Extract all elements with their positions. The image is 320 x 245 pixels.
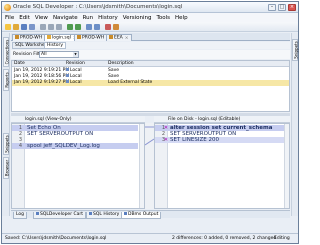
document-tabs: PROD-WH× login.sql× PROD-WH× EEA× — [11, 33, 290, 41]
left-compare-title: login.sql (View-Only) — [25, 117, 72, 122]
right-dock: Snippets — [291, 33, 299, 216]
menu-run[interactable]: Run — [83, 15, 94, 21]
chevron-down-icon: ▼ — [73, 52, 78, 57]
cart-icon — [36, 212, 39, 215]
menu-navigate[interactable]: Navigate — [53, 15, 78, 21]
status-differences: 2 differences: 0 added, 0 removed, 2 cha… — [172, 236, 277, 241]
close-button[interactable]: × — [288, 4, 296, 11]
left-compare-header: login.sql (View-Only) — [11, 116, 145, 123]
menu-history[interactable]: History — [98, 15, 118, 21]
undo-icon[interactable] — [67, 24, 73, 30]
history-table: Date Revision Description Jan 19, 2012 9… — [11, 60, 290, 112]
copy-icon[interactable] — [48, 24, 54, 30]
title-bar: Oracle SQL Developer : C:\Users\jdsmith\… — [2, 2, 298, 13]
database-icon — [15, 35, 19, 39]
doc-tab-eea[interactable]: EEA × — [106, 34, 132, 41]
menu-help[interactable]: Help — [175, 15, 188, 21]
right-snippets-tab[interactable]: Snippets — [292, 39, 299, 61]
sql-developer-icon — [4, 4, 11, 11]
database-icon — [77, 35, 81, 39]
toolbar — [2, 22, 298, 32]
menu-versioning[interactable]: Versioning — [123, 15, 152, 21]
right-compare-header: File on Disk - login.sql (Editable) — [154, 116, 290, 123]
column-date[interactable]: Date — [14, 61, 25, 67]
connections-tab[interactable]: Connections — [3, 37, 10, 67]
local-revision-icon — [66, 74, 69, 77]
column-revision[interactable]: Revision — [66, 61, 85, 67]
status-saved-path: Saved: C:\Users\jdsmith\Documents\login.… — [5, 236, 107, 241]
new-file-icon[interactable] — [5, 24, 11, 30]
diff-link-lines — [144, 126, 155, 146]
tab-history[interactable]: History — [44, 42, 67, 49]
maximize-button[interactable]: □ — [278, 4, 286, 11]
database-icon — [109, 35, 113, 39]
menu-bar: File Edit View Navigate Run History Vers… — [2, 13, 298, 22]
application-window: Oracle SQL Developer : C:\Users\jdsmith\… — [1, 1, 299, 244]
close-tab-icon[interactable]: × — [125, 36, 129, 41]
paste-icon[interactable] — [56, 24, 62, 30]
local-revision-icon — [66, 80, 69, 83]
snippets-tab[interactable]: Snippets — [3, 133, 10, 155]
left-dock: Connections Reports Snippets Browser — [2, 33, 10, 216]
save-icon[interactable] — [21, 24, 27, 30]
forward-icon[interactable] — [94, 24, 100, 30]
window-title: Oracle SQL Developer : C:\Users\jdsmith\… — [13, 4, 183, 10]
menu-view[interactable]: View — [35, 15, 48, 21]
diff-remove-icon[interactable]: ✕ — [163, 137, 169, 143]
menu-edit[interactable]: Edit — [19, 15, 30, 21]
tab-sql-history[interactable]: SQL History — [86, 212, 123, 219]
worksheet-subtabs: SQL Worksheet History — [11, 42, 290, 49]
right-compare-title: File on Disk - login.sql (Editable) — [168, 117, 241, 122]
status-mode: Editing — [274, 236, 290, 241]
tab-dbms-output[interactable]: DBms Output — [121, 212, 162, 219]
browser-tab[interactable]: Browser — [3, 157, 10, 179]
tab-sqldeveloper-cart[interactable]: SQLDeveloper Cart — [33, 212, 86, 219]
redo-icon[interactable] — [75, 24, 81, 30]
sql-file-icon — [47, 35, 51, 39]
vertical-scrollbar[interactable] — [284, 124, 289, 208]
output-icon — [124, 212, 127, 215]
code-line[interactable]: 3 ✕ SET LINESIZE 200 — [155, 137, 284, 143]
revision-filter-select[interactable]: All ▼ — [39, 51, 79, 58]
vertical-scrollbar[interactable] — [139, 124, 144, 208]
right-compare-pane[interactable]: 1 ✕ alter session set current_schema 2 S… — [154, 123, 290, 209]
menu-tools[interactable]: Tools — [156, 15, 170, 21]
open-folder-icon[interactable] — [13, 24, 19, 30]
local-revision-icon — [66, 68, 69, 71]
revision-filter-row: Revision Filter: All ▼ — [11, 50, 290, 59]
cut-icon[interactable] — [40, 24, 46, 30]
diff-connector — [144, 123, 155, 209]
history-table-header: Date Revision Description — [12, 61, 289, 67]
table-row-selected[interactable]: Jan 19, 2012 9:19:27 PM Local Load Exter… — [12, 80, 289, 86]
save-all-icon[interactable] — [29, 24, 35, 30]
tab-log[interactable]: Log — [13, 212, 28, 219]
debug-icon[interactable] — [105, 24, 111, 30]
back-icon[interactable] — [86, 24, 92, 30]
minimize-button[interactable]: – — [268, 4, 276, 11]
run-icon[interactable] — [113, 24, 119, 30]
reports-tab[interactable]: Reports — [3, 69, 10, 91]
code-line[interactable]: 4 spool jeff_SQLDEV_Log.log — [12, 143, 138, 149]
bottom-tabs: Log SQLDeveloper Cart SQL History DBms O… — [11, 210, 290, 219]
left-compare-pane[interactable]: 1 Set Echo On 2 SET SERVEROUTPUT ON 3 4 … — [11, 123, 145, 209]
status-bar: Saved: C:\Users\jdsmith\Documents\login.… — [2, 233, 298, 243]
column-description[interactable]: Description — [108, 61, 134, 67]
menu-file[interactable]: File — [5, 15, 14, 21]
history-icon — [89, 212, 92, 215]
